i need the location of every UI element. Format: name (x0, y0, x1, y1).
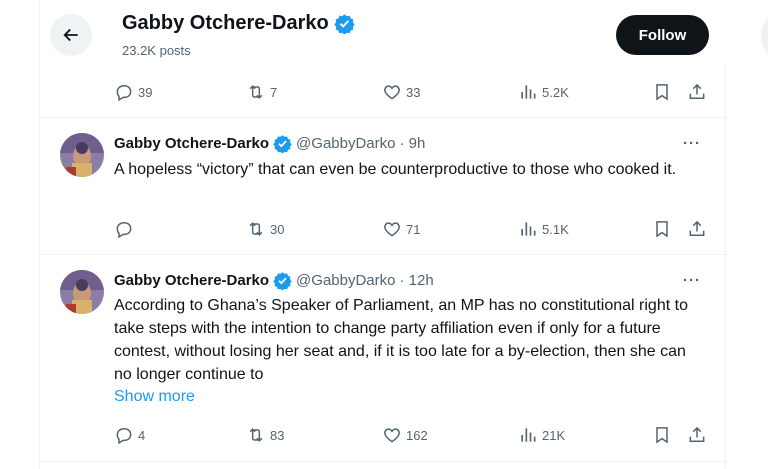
profile-header: Gabby Otchere-Darko 23.2K posts Follow (40, 0, 727, 66)
share-button[interactable] (687, 217, 707, 241)
tweet-text: A hopeless “victory” that can even be co… (114, 161, 677, 178)
views-button[interactable]: 5.2K (518, 80, 569, 104)
repost-count: 30 (270, 221, 285, 237)
back-button[interactable] (50, 14, 92, 56)
reply-icon (116, 222, 132, 239)
profile-name: Gabby Otchere-Darko (122, 12, 329, 34)
bookmark-icon (656, 427, 668, 444)
reply-icon (116, 85, 132, 102)
repost-icon (249, 85, 263, 99)
verified-badge-icon (273, 271, 292, 290)
like-icon (384, 85, 400, 100)
right-sidebar (742, 0, 768, 469)
bookmark-button[interactable] (652, 423, 672, 447)
author-handle[interactable]: @GabbyDarko (296, 135, 395, 152)
like-count: 33 (406, 84, 421, 100)
reply-count: 39 (138, 84, 153, 100)
tweet-time[interactable]: · 9h (399, 135, 425, 152)
tweet-actions: 4 83 162 21K (40, 423, 727, 447)
like-count: 71 (406, 221, 421, 237)
left-gutter (0, 0, 39, 469)
share-icon (689, 220, 705, 236)
reply-button[interactable]: 39 (114, 80, 152, 104)
bookmark-icon (656, 221, 668, 238)
back-arrow-icon (63, 28, 78, 42)
bookmark-button[interactable] (652, 217, 672, 241)
tweet-header: Gabby Otchere-Darko @GabbyDarko · 9h (114, 133, 425, 153)
views-icon (521, 428, 536, 442)
tweet-header: Gabby Otchere-Darko @GabbyDarko · 12h (114, 270, 434, 290)
repost-button[interactable]: 30 (246, 217, 284, 241)
tweet[interactable]: Gabby Otchere-Darko @GabbyDarko · 9h ···… (40, 133, 727, 253)
reply-button[interactable] (114, 217, 138, 241)
avatar[interactable] (60, 270, 104, 314)
repost-icon (249, 428, 263, 442)
views-icon (521, 222, 536, 236)
verified-badge-icon (334, 14, 355, 34)
like-count: 162 (406, 427, 428, 443)
author-name[interactable]: Gabby Otchere-Darko (114, 135, 269, 152)
repost-icon (249, 222, 263, 236)
more-icon[interactable]: ··· (683, 272, 701, 289)
tweet-text: According to Ghana’s Speaker of Parliame… (114, 297, 688, 383)
divider (40, 117, 727, 118)
like-button[interactable]: 162 (382, 423, 428, 447)
repost-button[interactable]: 7 (246, 80, 277, 104)
repost-button[interactable]: 83 (246, 423, 284, 447)
share-button[interactable] (687, 423, 707, 447)
bookmark-icon (656, 84, 668, 101)
views-button[interactable]: 5.1K (518, 217, 569, 241)
repost-count: 83 (270, 427, 285, 443)
header-title: Gabby Otchere-Darko (122, 12, 355, 35)
share-icon (689, 426, 705, 442)
avatar-image (60, 133, 104, 177)
like-button[interactable]: 33 (382, 80, 420, 104)
divider (40, 461, 727, 462)
tweet-actions: 39 7 33 5.2K (40, 80, 727, 104)
tweet[interactable]: Gabby Otchere-Darko @GabbyDarko · 12h ··… (40, 270, 727, 460)
reply-icon (116, 428, 132, 445)
avatar[interactable] (60, 133, 104, 177)
reply-button[interactable]: 4 (114, 423, 145, 447)
divider (40, 254, 727, 255)
tweet-actions: 30 71 5.1K (40, 217, 727, 241)
avatar-image (60, 270, 104, 314)
verified-badge-icon (273, 134, 292, 153)
reply-count: 4 (138, 427, 146, 443)
like-icon (384, 428, 400, 443)
show-more-link[interactable]: Show more (114, 388, 195, 406)
bookmark-button[interactable] (652, 80, 672, 104)
follow-button[interactable]: Follow (616, 15, 709, 55)
views-count: 5.2K (542, 84, 569, 100)
repost-count: 7 (270, 84, 278, 100)
tweet-time[interactable]: · 12h (399, 272, 433, 289)
like-button[interactable]: 71 (382, 217, 420, 241)
timeline-column: 39 7 33 5.2K Gabby Otchere-Darko @GabbyD… (39, 0, 727, 469)
post-count: 23.2K posts (122, 43, 191, 58)
views-button[interactable]: 21K (518, 423, 565, 447)
share-button[interactable] (687, 80, 707, 104)
author-handle[interactable]: @GabbyDarko (296, 272, 395, 289)
views-count: 21K (542, 427, 566, 443)
views-count: 5.1K (542, 221, 569, 237)
views-icon (521, 85, 536, 99)
like-icon (384, 222, 400, 237)
share-icon (689, 83, 705, 99)
author-name[interactable]: Gabby Otchere-Darko (114, 272, 269, 289)
more-icon[interactable]: ··· (683, 135, 701, 152)
